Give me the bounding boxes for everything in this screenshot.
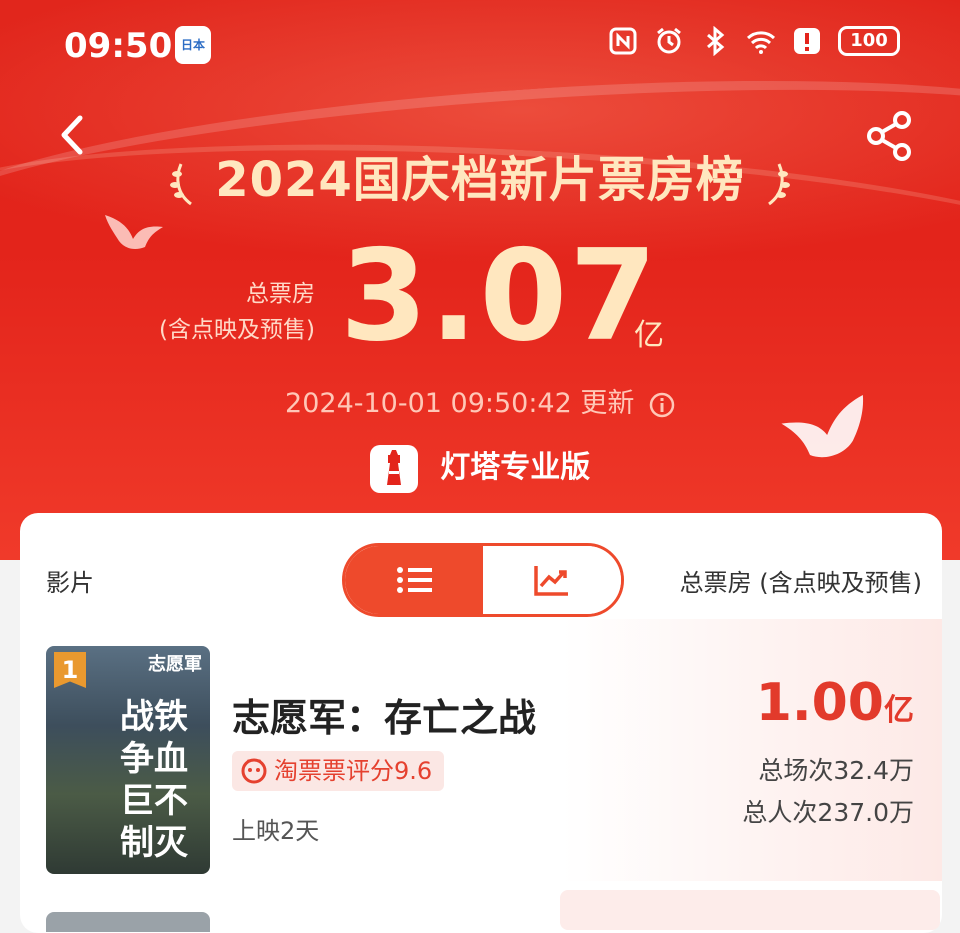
total-box-office-label: 总票房 (含点映及预售) — [159, 281, 315, 343]
nfc-icon — [609, 27, 637, 55]
rank-badge: 1 — [54, 652, 86, 688]
column-header-film: 影片 — [46, 569, 94, 597]
total-sessions: 总场次32.4万 — [758, 756, 914, 785]
title-text: 2024国庆档新片票房榜 — [215, 152, 745, 208]
total-box-office-value: 3.07 — [340, 222, 659, 369]
trend-view-button[interactable] — [483, 546, 621, 614]
alert-icon — [794, 28, 820, 54]
film-poster[interactable]: 1 志愿軍 战铁争血巨不制灭 — [46, 646, 210, 874]
total-admissions: 总人次237.0万 — [742, 798, 914, 827]
taopiaopiao-icon — [241, 758, 267, 784]
ranking-card: 影片 总票房 (含点映及预售) 1 志愿軍 战铁争血巨不制灭 志愿军：存亡之战 … — [20, 513, 942, 933]
film-row[interactable]: 1 志愿軍 战铁争血巨不制灭 志愿军：存亡之战 淘票票评分9.6 上映2天 1.… — [20, 619, 942, 881]
page-title: 2024国庆档新片票房榜 — [0, 140, 960, 210]
row-highlight — [562, 619, 942, 881]
column-header-box-office: 总票房 (含点映及预售) — [679, 569, 922, 597]
release-days: 上映2天 — [232, 817, 320, 845]
rating-badge: 淘票票评分9.6 — [232, 751, 445, 791]
dove-icon — [105, 215, 163, 249]
wifi-icon — [746, 31, 776, 54]
next-row-highlight — [560, 890, 940, 930]
app-notification-icon: 日本 — [175, 26, 211, 64]
trend-chart-icon — [534, 566, 568, 596]
info-icon[interactable] — [649, 392, 675, 418]
laurel-right-icon — [767, 163, 790, 206]
bluetooth-icon — [707, 26, 725, 56]
film-box-office: 1.00亿 — [755, 673, 914, 733]
total-box-office-unit: 亿 — [634, 318, 664, 353]
poster-title: 志愿軍 — [148, 654, 202, 675]
list-view-button[interactable] — [345, 546, 483, 614]
status-bar: 09:50 日本 100 — [0, 0, 960, 90]
alarm-icon — [657, 27, 681, 54]
list-icon — [397, 567, 432, 593]
update-timestamp: 2024-10-01 09:50:42 更新 — [0, 381, 960, 420]
film-title: 志愿军：存亡之战 — [232, 696, 537, 740]
next-film-poster[interactable] — [46, 912, 210, 932]
view-toggle — [342, 543, 624, 617]
laurel-left-icon — [170, 163, 193, 206]
poster-slogan: 战铁争血巨不制灭 — [120, 697, 188, 863]
battery-indicator: 100 — [838, 26, 900, 56]
status-icons: 100 — [608, 26, 900, 56]
status-time: 09:50 — [64, 26, 173, 66]
brand-badge: 灯塔专业版 — [0, 442, 960, 493]
lighthouse-logo-icon — [369, 444, 418, 493]
